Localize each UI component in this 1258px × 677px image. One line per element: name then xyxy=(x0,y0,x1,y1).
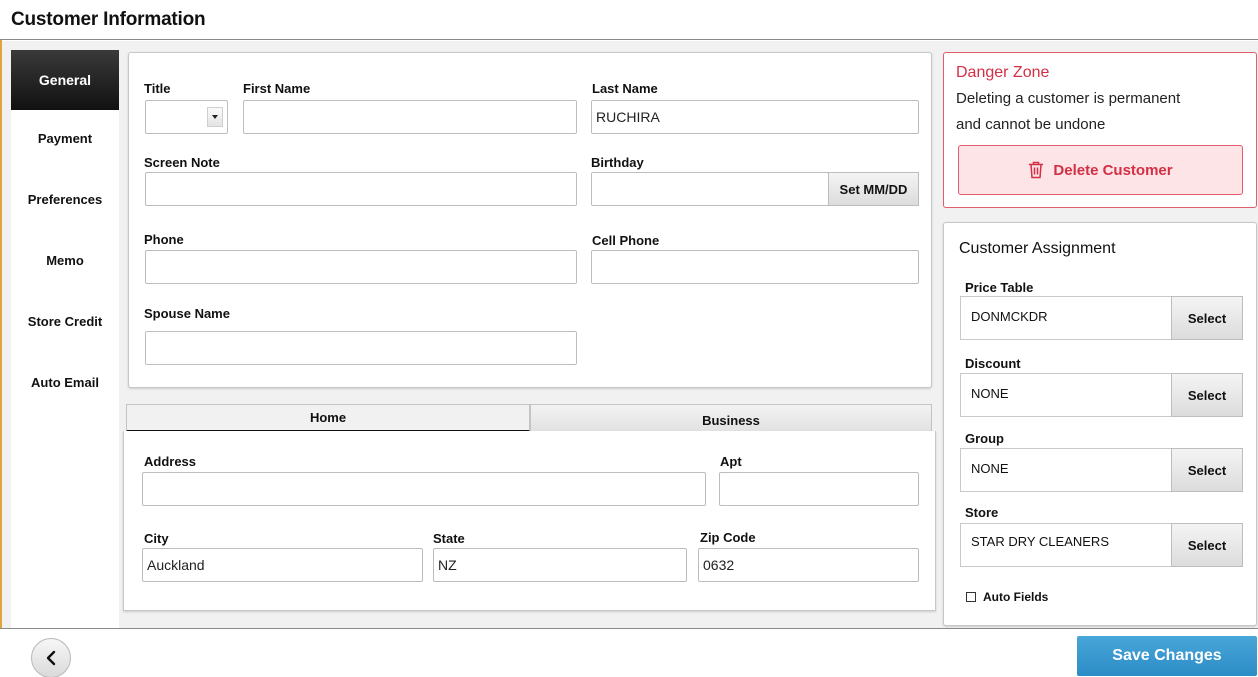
nav-item-label: Preferences xyxy=(27,191,103,207)
nav-item-auto-email[interactable]: Auto Email xyxy=(11,352,119,412)
delete-customer-button[interactable]: Delete Customer xyxy=(958,145,1243,195)
address-panel: Address Apt City State Zip Code xyxy=(123,431,936,611)
dropdown-arrow-icon[interactable] xyxy=(207,107,223,127)
nav-item-payment[interactable]: Payment xyxy=(11,108,119,168)
cell-phone-label: Cell Phone xyxy=(592,233,660,248)
nav-item-general[interactable]: General xyxy=(11,50,119,110)
apt-input[interactable] xyxy=(719,472,919,506)
tab-home[interactable]: Home xyxy=(126,404,530,432)
group-select-button[interactable]: Select xyxy=(1171,448,1243,492)
price-table-label: Price Table xyxy=(965,280,1034,295)
tab-label: Business xyxy=(702,412,760,428)
birthday-label: Birthday xyxy=(591,155,644,170)
nav-item-label: Auto Email xyxy=(31,374,99,390)
birthday-input[interactable] xyxy=(591,172,829,206)
nav-item-label: Payment xyxy=(37,130,93,146)
danger-zone-text-line2: and cannot be undone xyxy=(956,116,1106,133)
spouse-name-input[interactable] xyxy=(145,331,577,365)
screen-note-label: Screen Note xyxy=(144,155,220,170)
customer-assignment-title: Customer Assignment xyxy=(959,240,1116,257)
nav-item-label: Memo xyxy=(46,252,84,268)
bottom-bar: Save Changes xyxy=(0,628,1258,677)
trash-icon xyxy=(1029,161,1044,179)
store-label: Store xyxy=(965,505,999,520)
tab-label: Home xyxy=(309,410,347,425)
zip-code-label: Zip Code xyxy=(700,530,756,545)
nav-item-store-credit[interactable]: Store Credit xyxy=(11,291,119,351)
discount-label: Discount xyxy=(965,356,1021,371)
auto-fields-label: Auto Fields xyxy=(983,590,1049,604)
title-label: Title xyxy=(144,81,171,96)
customer-assignment-panel: Customer Assignment Price Table DONMCKDR… xyxy=(943,222,1257,626)
city-input[interactable] xyxy=(142,548,423,582)
checkbox-box[interactable] xyxy=(966,592,976,602)
tab-business[interactable]: Business xyxy=(530,404,932,432)
back-button[interactable] xyxy=(31,638,71,677)
save-changes-button[interactable]: Save Changes xyxy=(1077,636,1257,676)
discount-value: NONE xyxy=(960,373,1172,417)
window-title: Customer Information xyxy=(11,9,206,30)
danger-zone-text-line1: Deleting a customer is permanent xyxy=(956,90,1181,107)
price-table-select-button[interactable]: Select xyxy=(1171,296,1243,340)
zip-code-input[interactable] xyxy=(698,548,919,582)
store-value: STAR DRY CLEANERS xyxy=(960,523,1172,567)
address-label: Address xyxy=(144,454,197,469)
state-label: State xyxy=(433,531,465,546)
danger-zone-title: Danger Zone xyxy=(956,64,1050,81)
state-input[interactable] xyxy=(433,548,687,582)
group-value: NONE xyxy=(960,448,1172,492)
first-name-label: First Name xyxy=(243,81,311,96)
group-label: Group xyxy=(965,431,1004,446)
side-nav: General Payment Preferences Memo Store C… xyxy=(11,50,119,628)
discount-select-button[interactable]: Select xyxy=(1171,373,1243,417)
apt-label: Apt xyxy=(720,454,742,469)
phone-input[interactable] xyxy=(145,250,577,284)
title-select[interactable] xyxy=(145,100,228,134)
last-name-input[interactable] xyxy=(591,100,919,134)
danger-zone-panel: Danger Zone Deleting a customer is perma… xyxy=(943,52,1257,208)
last-name-label: Last Name xyxy=(592,81,658,96)
nav-item-label: General xyxy=(38,72,92,88)
delete-customer-label: Delete Customer xyxy=(1053,161,1173,179)
title-bar: Customer Information xyxy=(0,0,1258,40)
nav-item-memo[interactable]: Memo xyxy=(11,230,119,290)
nav-item-label: Store Credit xyxy=(27,313,103,329)
address-input[interactable] xyxy=(142,472,706,506)
first-name-input[interactable] xyxy=(243,100,577,134)
screen-note-input[interactable] xyxy=(145,172,577,206)
spouse-name-label: Spouse Name xyxy=(144,306,230,321)
chevron-left-icon xyxy=(46,650,56,666)
phone-label: Phone xyxy=(144,232,184,247)
price-table-value: DONMCKDR xyxy=(960,296,1172,340)
auto-fields-checkbox[interactable]: Auto Fields xyxy=(966,590,1048,604)
general-info-panel: Title First Name Last Name Screen Note B… xyxy=(128,52,932,388)
nav-item-preferences[interactable]: Preferences xyxy=(11,169,119,229)
city-label: City xyxy=(144,531,169,546)
set-birthday-button[interactable]: Set MM/DD xyxy=(828,172,919,206)
cell-phone-input[interactable] xyxy=(591,250,919,284)
store-select-button[interactable]: Select xyxy=(1171,523,1243,567)
